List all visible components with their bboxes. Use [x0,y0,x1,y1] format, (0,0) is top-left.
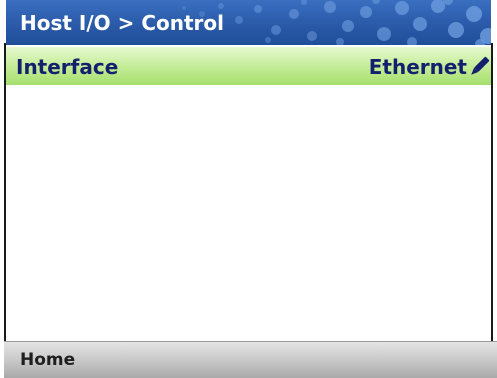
page-title: Host I/O > Control [20,11,225,35]
device-screen: Host I/O > Control Interface Ethernet Ho… [0,0,497,378]
frame-border-left [4,43,6,341]
setting-row-interface[interactable]: Interface Ethernet [6,47,491,85]
frame-border-right [491,43,493,341]
setting-label: Interface [16,55,119,79]
pencil-edit-icon[interactable] [468,56,490,78]
content-area [6,85,491,341]
title-bar: Host I/O > Control [6,0,491,45]
setting-value: Ethernet [368,55,467,79]
home-button[interactable]: Home [20,349,75,371]
footer-bar: Home [4,341,497,378]
